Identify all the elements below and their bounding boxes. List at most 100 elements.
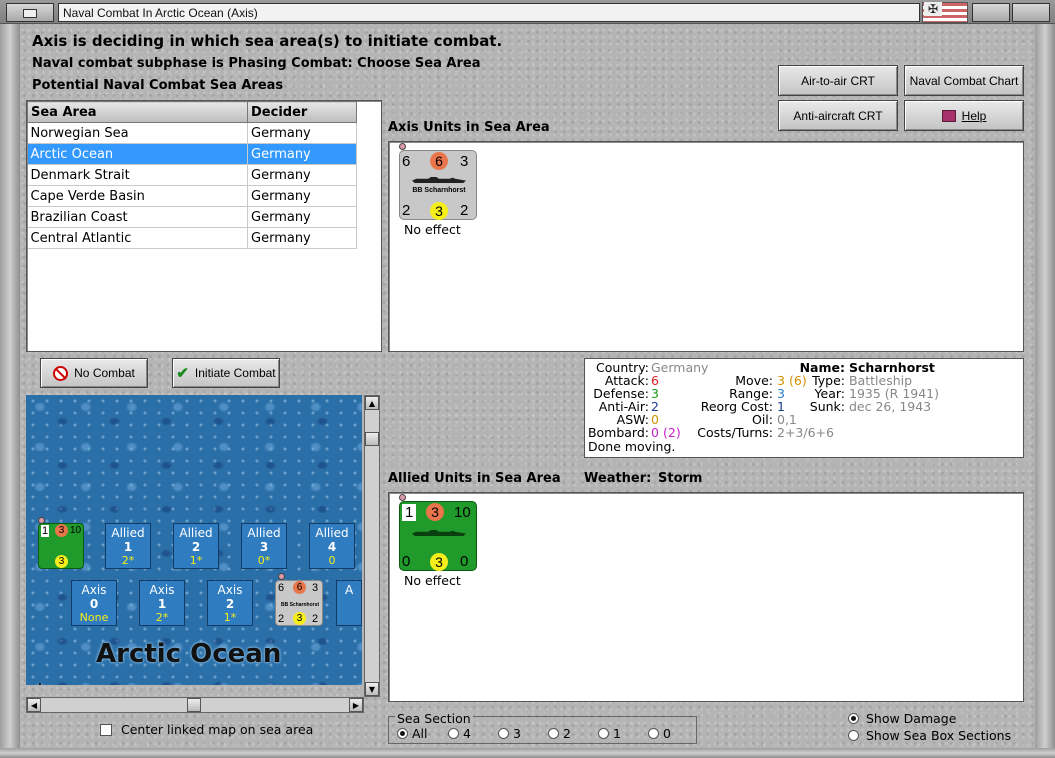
horizontal-scroll-thumb[interactable] xyxy=(187,698,201,712)
air-to-air-crt-button[interactable]: Air-to-air CRT xyxy=(778,65,898,96)
section-option-1[interactable]: 1 xyxy=(598,726,621,741)
show-sea-box-sections-option[interactable]: Show Sea Box Sections xyxy=(848,728,1011,743)
window-title: Naval Combat In Arctic Ocean (Axis) xyxy=(58,3,920,22)
box-value: 0 xyxy=(328,554,336,567)
scroll-down-icon[interactable]: ▼ xyxy=(365,682,379,696)
box-number: 1 xyxy=(157,597,167,611)
axis-sea-box-partial[interactable]: A xyxy=(336,580,362,626)
counter-range: 3 xyxy=(293,612,306,625)
section-option-3[interactable]: 3 xyxy=(498,726,521,741)
anti-aircraft-crt-button[interactable]: Anti-aircraft CRT xyxy=(778,100,898,131)
initiate-combat-label: Initiate Combat xyxy=(194,366,276,380)
col-sea-area[interactable]: Sea Area xyxy=(27,101,248,123)
minimize-button[interactable] xyxy=(972,3,1010,22)
show-damage-label: Show Damage xyxy=(865,711,957,726)
table-row[interactable]: Brazilian Coast Germany xyxy=(27,206,357,228)
radio-button[interactable] xyxy=(848,713,859,724)
potential-areas-label: Potential Naval Combat Sea Areas xyxy=(32,78,284,93)
row-decider: Germany xyxy=(247,227,357,249)
counter-move: 3 xyxy=(312,582,319,594)
section-option-0[interactable]: 0 xyxy=(648,726,671,741)
row-decider: Germany xyxy=(247,143,357,165)
section-option-label: All xyxy=(411,726,428,741)
show-damage-option[interactable]: Show Damage xyxy=(848,711,956,726)
axis-units-label: Axis Units in Sea Area xyxy=(388,120,550,135)
map-axis-counter[interactable]: 6 6 3 BB Scharnhorst 2 3 2 xyxy=(275,580,323,626)
bottom-frame-rail xyxy=(0,748,1055,758)
box-number: 3 xyxy=(259,540,269,554)
row-decider: Germany xyxy=(247,185,357,207)
row-decider: Germany xyxy=(247,164,357,186)
radio-button[interactable] xyxy=(397,728,408,739)
counter-range: 3 xyxy=(55,555,68,568)
scroll-right-icon[interactable]: ▶ xyxy=(349,698,363,712)
box-value: 0* xyxy=(257,554,271,567)
info-bombard-value-2: (2) xyxy=(663,425,681,440)
scroll-left-icon[interactable]: ◀ xyxy=(27,698,41,712)
row-area: Central Atlantic xyxy=(27,227,248,249)
col-decider[interactable]: Decider xyxy=(247,101,357,123)
map-allied-counter[interactable]: 1 3 10 3 xyxy=(38,523,84,569)
radio-button[interactable] xyxy=(448,728,459,739)
box-side: Allied xyxy=(247,526,281,540)
table-row[interactable]: Central Atlantic Germany xyxy=(27,227,357,249)
center-map-option[interactable]: Center linked map on sea area xyxy=(100,722,313,737)
counter-defense: 3 xyxy=(55,524,68,537)
allied-unit-counter[interactable]: 1 3 10 0 3 0 xyxy=(399,501,477,571)
section-option-2[interactable]: 2 xyxy=(548,726,571,741)
battleship-icon xyxy=(412,177,466,183)
initiate-combat-button[interactable]: ✔ Initiate Combat xyxy=(172,358,280,388)
box-side: Allied xyxy=(315,526,349,540)
map-horizontal-scrollbar[interactable]: ◀ ▶ xyxy=(26,697,364,713)
table-row[interactable]: Norwegian Sea Germany xyxy=(27,122,357,144)
allied-sea-box-4[interactable]: Allied 4 0 xyxy=(309,523,355,569)
allied-sea-box-2[interactable]: Allied 2 1* xyxy=(173,523,219,569)
help-button[interactable]: Help xyxy=(904,100,1024,131)
radio-button[interactable] xyxy=(848,730,859,741)
counter-asw: 2 xyxy=(312,613,319,625)
counter-move: 10 xyxy=(70,525,82,536)
box-number: 2 xyxy=(225,597,235,611)
radio-button[interactable] xyxy=(598,728,609,739)
scroll-up-icon[interactable]: ▲ xyxy=(365,396,379,410)
radio-button[interactable] xyxy=(498,728,509,739)
title-bar: Naval Combat In Arctic Ocean (Axis) xyxy=(0,0,1055,24)
counter-asw: 2 xyxy=(460,202,469,219)
section-option-4[interactable]: 4 xyxy=(448,726,471,741)
counter-move: 3 xyxy=(460,153,469,170)
table-row[interactable]: Cape Verde Basin Germany xyxy=(27,185,357,207)
section-option-all[interactable]: All xyxy=(397,726,427,741)
box-value: None xyxy=(79,611,109,624)
radio-button[interactable] xyxy=(648,728,659,739)
counter-defense: 6 xyxy=(430,152,448,170)
row-area: Brazilian Coast xyxy=(27,206,248,228)
sea-area-map[interactable]: 1 3 10 3 Allied 1 2* Allied 2 1* Allied … xyxy=(26,395,362,685)
counter-aa: 0 xyxy=(402,553,411,570)
anti-aircraft-label: Anti-aircraft CRT xyxy=(793,108,883,123)
map-vertical-scrollbar[interactable]: ▲ ▼ xyxy=(364,395,380,697)
axis-sea-box-1[interactable]: Axis 1 2* xyxy=(139,580,185,626)
naval-combat-window: Naval Combat In Arctic Ocean (Axis) Axis… xyxy=(0,0,1055,758)
no-combat-label: No Combat xyxy=(74,366,135,380)
allied-sea-box-3[interactable]: Allied 3 0* xyxy=(241,523,287,569)
allied-sea-box-1[interactable]: Allied 1 2* xyxy=(105,523,151,569)
row-decider: Germany xyxy=(247,122,357,144)
ship-group-icon xyxy=(412,530,466,536)
table-row-selected[interactable]: Arctic Ocean Germany xyxy=(27,143,357,165)
sea-section-group: Sea Section All 4 3 2 1 0 xyxy=(388,711,697,744)
window-menu-button[interactable] xyxy=(6,3,54,22)
center-map-checkbox[interactable] xyxy=(100,724,112,736)
no-combat-button[interactable]: No Combat xyxy=(40,358,148,388)
naval-combat-chart-button[interactable]: Naval Combat Chart xyxy=(904,65,1024,96)
vertical-scroll-thumb[interactable] xyxy=(365,432,379,446)
section-option-label: 3 xyxy=(512,726,521,741)
table-row[interactable]: Denmark Strait Germany xyxy=(27,164,357,186)
axis-sea-box-0[interactable]: Axis 0 None xyxy=(71,580,117,626)
counter-attack: 6 xyxy=(278,582,285,594)
radio-button[interactable] xyxy=(548,728,559,739)
axis-sea-box-2[interactable]: Axis 2 1* xyxy=(207,580,253,626)
info-sunk-key: Sunk: xyxy=(809,399,845,414)
box-side: Allied xyxy=(111,526,145,540)
close-button[interactable] xyxy=(1012,3,1050,22)
axis-unit-counter[interactable]: 6 6 3 BB Scharnhorst 2 3 2 xyxy=(399,150,477,220)
